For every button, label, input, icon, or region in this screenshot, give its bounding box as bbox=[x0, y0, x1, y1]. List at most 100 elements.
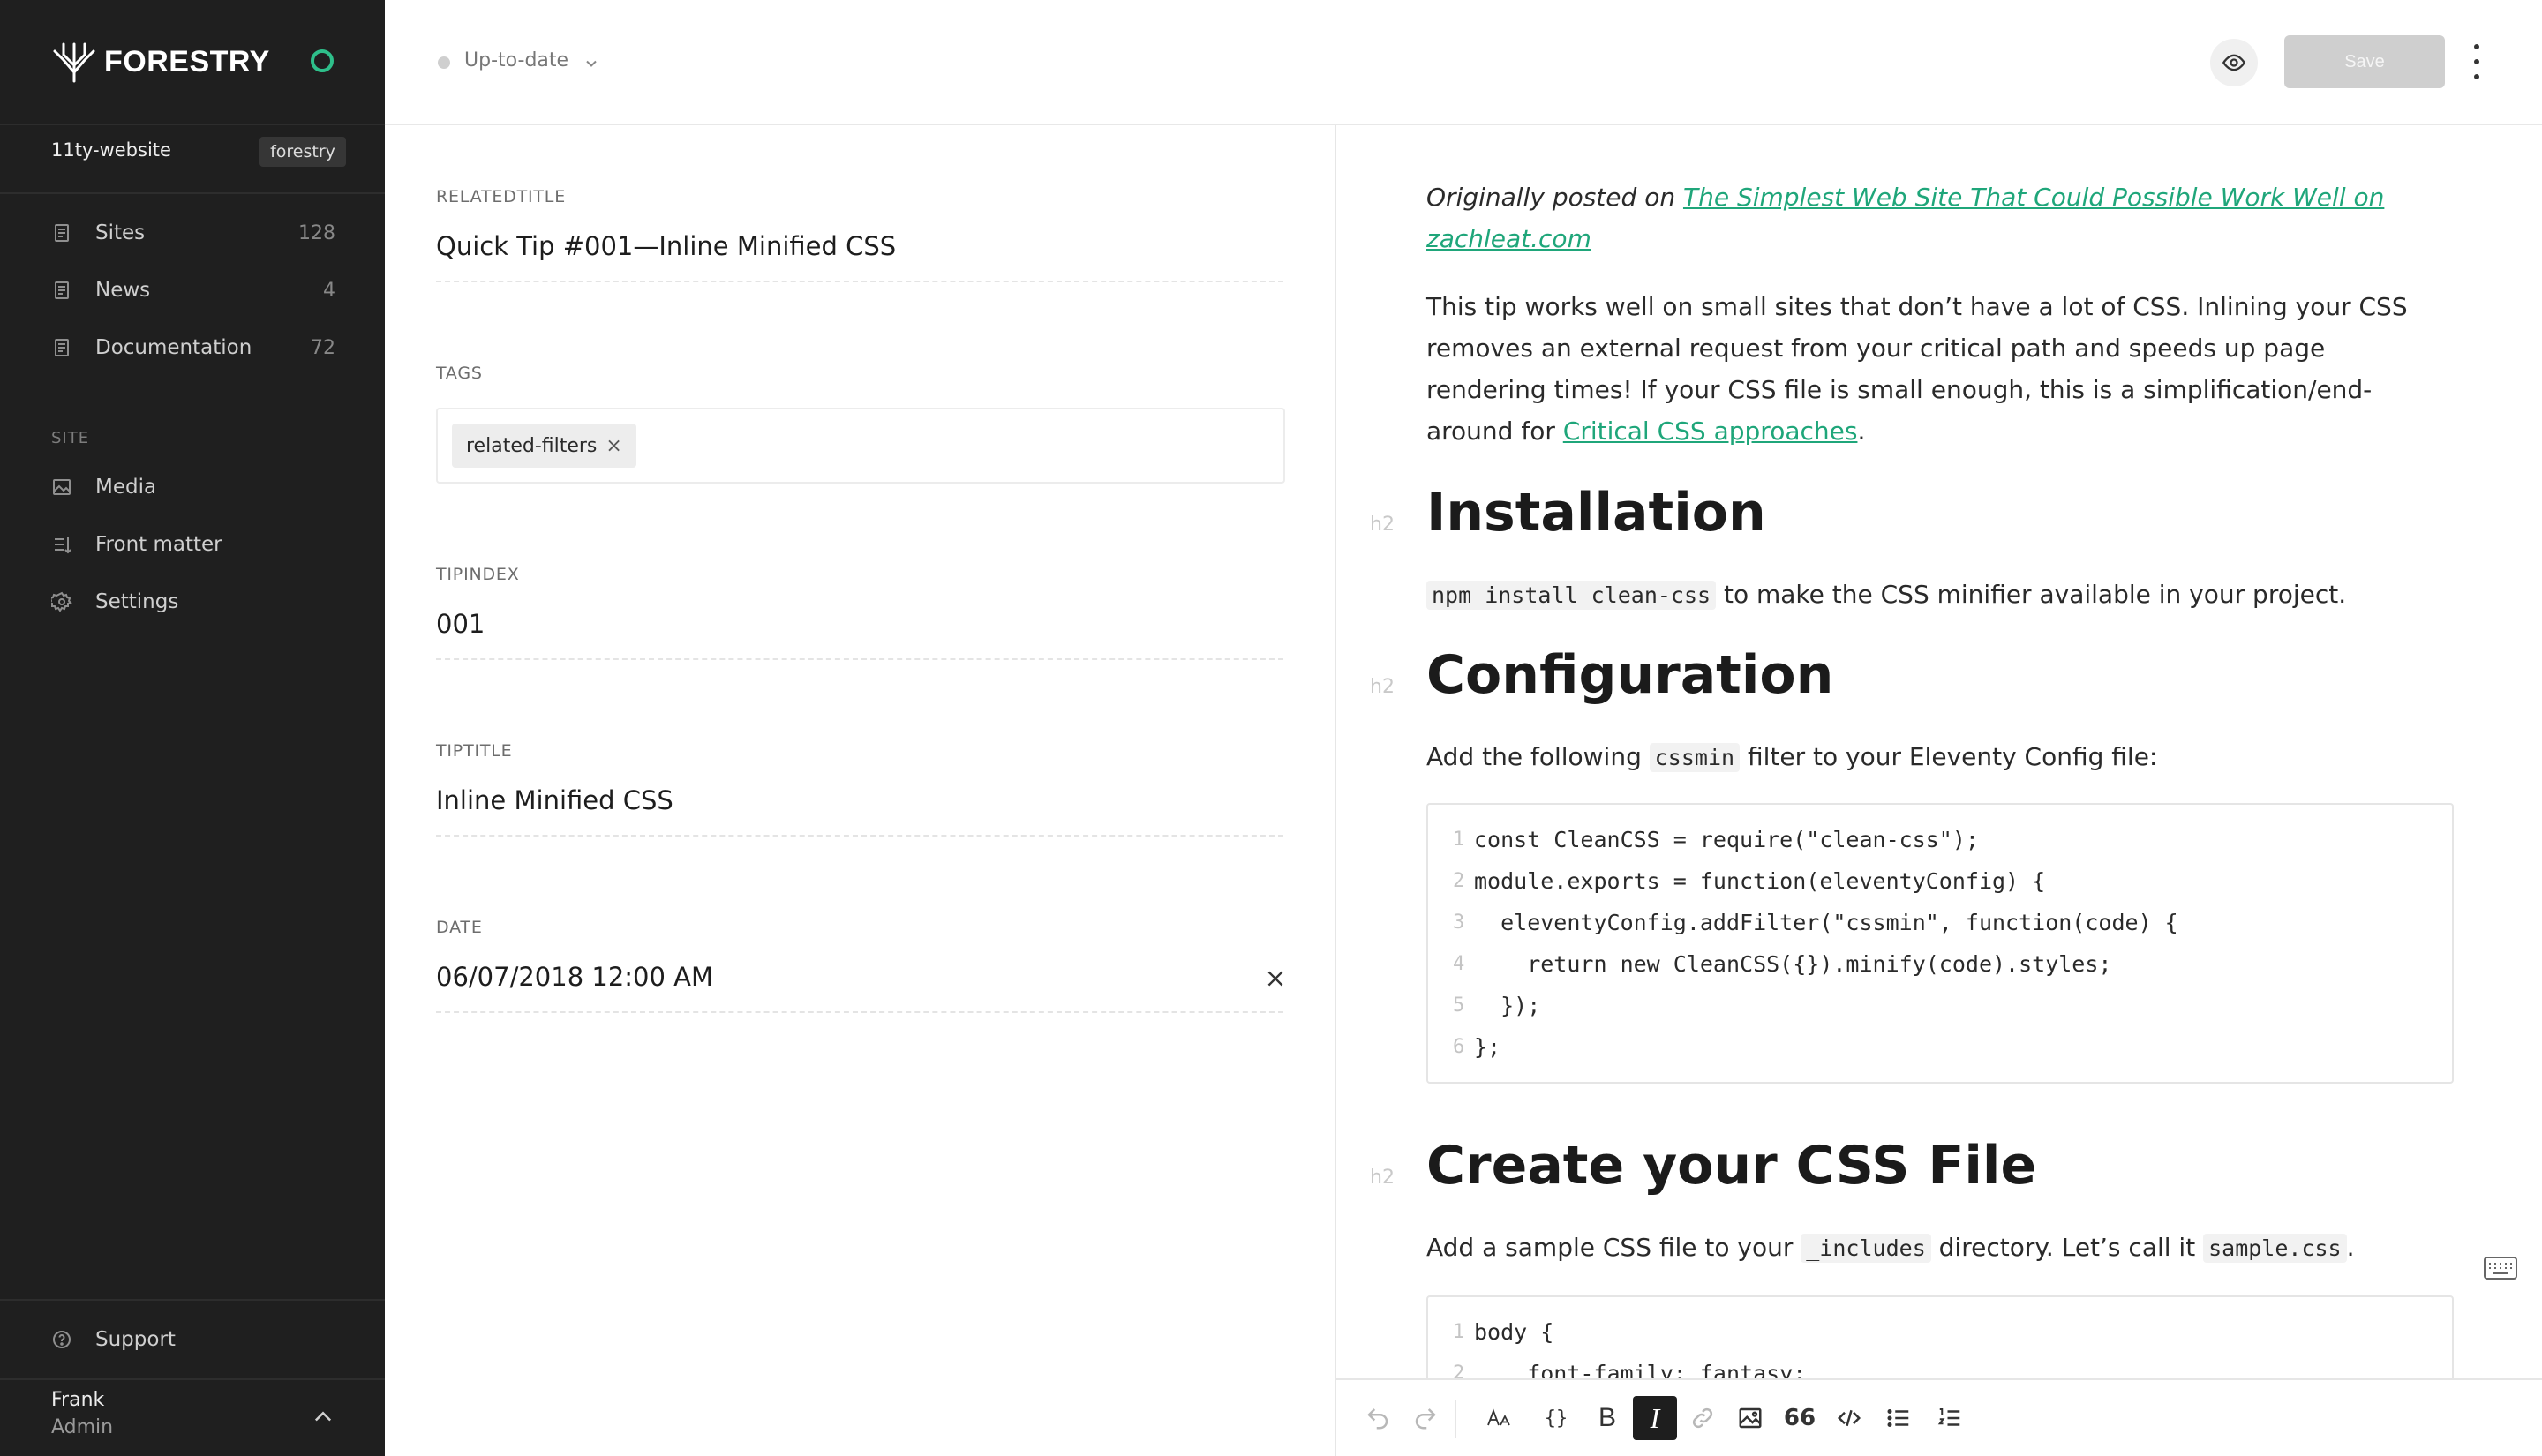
sidebar-item-count: 4 bbox=[323, 279, 335, 302]
heading-level-tag: h2 bbox=[1370, 514, 1395, 536]
code-line: 3 eleventyConfig.addFilter("cssmin", fun… bbox=[1428, 902, 2452, 943]
braces-button[interactable]: {} bbox=[1534, 1396, 1578, 1440]
bold-button[interactable]: B bbox=[1585, 1396, 1629, 1440]
sidebar-item-label: News bbox=[95, 279, 151, 302]
tiptitle-input[interactable]: Inline Minified CSS bbox=[436, 785, 673, 815]
sidebar-item-front-matter[interactable]: Front matter bbox=[49, 525, 335, 564]
field-underline bbox=[436, 1011, 1283, 1013]
sidebar-item-label: Media bbox=[95, 476, 157, 499]
bullet-list-button[interactable] bbox=[1876, 1396, 1921, 1440]
code-text: const CleanCSS = require("clean-css"); bbox=[1474, 827, 1979, 852]
code-text: return new CleanCSS({}).minify(code).sty… bbox=[1474, 951, 2112, 977]
sidebar-item-media[interactable]: Media bbox=[49, 468, 335, 507]
line-number: 3 bbox=[1453, 912, 1465, 934]
save-button[interactable]: Save bbox=[2284, 35, 2445, 88]
sidebar-item-documentation[interactable]: Documentation 72 bbox=[49, 328, 335, 367]
heading-configuration: Configuration bbox=[1426, 644, 1834, 706]
code-button[interactable] bbox=[1827, 1396, 1871, 1440]
forestry-tree-icon bbox=[53, 42, 95, 83]
text-size-button[interactable] bbox=[1478, 1396, 1522, 1440]
keyboard-icon[interactable] bbox=[2484, 1257, 2517, 1280]
code-block-config[interactable]: 1 const CleanCSS = require("clean-css"); … bbox=[1426, 803, 2454, 1084]
critical-css-link[interactable]: Critical CSS approaches bbox=[1563, 417, 1858, 446]
document-icon bbox=[49, 278, 74, 303]
site-name[interactable]: 11ty-website bbox=[51, 139, 171, 161]
inline-code: cssmin bbox=[1649, 743, 1741, 772]
heading-create-css-file: Create your CSS File bbox=[1426, 1135, 2037, 1197]
forestry-logo[interactable]: FORESTRY bbox=[51, 39, 270, 85]
sidebar-item-settings[interactable]: Settings bbox=[49, 582, 335, 621]
code-line: 2 module.exports = function(eleventyConfi… bbox=[1428, 860, 2452, 902]
quote-button[interactable]: 66 bbox=[1778, 1396, 1822, 1440]
undo-button[interactable] bbox=[1356, 1396, 1400, 1440]
code-block-css[interactable]: 1 body { 2 font-family: fantasy; bbox=[1426, 1295, 2454, 1378]
sidebar-item-news[interactable]: News 4 bbox=[49, 271, 335, 310]
paragraph-text: to make the CSS minifier available in yo… bbox=[1716, 580, 2347, 609]
link-button[interactable] bbox=[1681, 1396, 1725, 1440]
sidebar-divider bbox=[0, 192, 385, 194]
field-label-tiptitle: TIPTITLE bbox=[436, 741, 513, 761]
code-text: eleventyConfig.addFilter("cssmin", funct… bbox=[1474, 910, 2178, 935]
italic-icon: I bbox=[1650, 1401, 1660, 1434]
image-button[interactable] bbox=[1728, 1396, 1772, 1440]
sync-status[interactable]: Up-to-date bbox=[464, 49, 568, 71]
sidebar-item-sites[interactable]: Sites 128 bbox=[49, 214, 335, 252]
paragraph-text: Add a sample CSS file to your bbox=[1426, 1233, 1801, 1262]
link-icon bbox=[1692, 1407, 1713, 1429]
relatedtitle-input[interactable]: Quick Tip #001—Inline Minified CSS bbox=[436, 231, 896, 261]
image-icon bbox=[1739, 1407, 1762, 1429]
text-size-icon bbox=[1487, 1408, 1510, 1426]
date-input[interactable]: 06/07/2018 12:00 AM bbox=[436, 962, 713, 992]
code-text: }; bbox=[1474, 1034, 1501, 1060]
more-options-icon[interactable] bbox=[2470, 44, 2484, 79]
sidebar-item-count: 72 bbox=[311, 336, 335, 359]
config-paragraph: Add the following cssmin filter to your … bbox=[1426, 736, 2441, 778]
code-text: }); bbox=[1474, 993, 1541, 1018]
front-matter-form: RELATEDTITLE Quick Tip #001—Inline Minif… bbox=[385, 125, 1336, 1456]
close-icon[interactable] bbox=[1264, 967, 1287, 990]
field-label-tags: TAGS bbox=[436, 364, 483, 383]
redo-button[interactable] bbox=[1403, 1396, 1448, 1440]
sidebar-divider bbox=[0, 1378, 385, 1380]
line-number: 1 bbox=[1453, 829, 1465, 851]
tipindex-input[interactable]: 001 bbox=[436, 609, 485, 639]
chevron-down-icon[interactable] bbox=[583, 55, 600, 72]
sidebar-divider bbox=[0, 1299, 385, 1301]
line-number: 1 bbox=[1453, 1321, 1465, 1343]
inline-code: sample.css bbox=[2203, 1234, 2347, 1263]
toolbar-separator bbox=[1455, 1400, 1456, 1438]
chevron-up-icon[interactable] bbox=[311, 1405, 335, 1430]
heading-level-tag: h2 bbox=[1370, 1167, 1395, 1189]
code-line: 6}; bbox=[1428, 1026, 2452, 1068]
field-label-relatedtitle: RELATEDTITLE bbox=[436, 187, 566, 206]
connection-status-icon bbox=[311, 49, 334, 72]
inline-code: _includes bbox=[1801, 1234, 1931, 1263]
tip-paragraph: This tip works well on small sites that … bbox=[1426, 286, 2441, 452]
code-text: module.exports = function(eleventyConfig… bbox=[1474, 868, 2046, 894]
tag-chip[interactable]: related-filters × bbox=[452, 424, 636, 468]
tags-input[interactable]: related-filters × bbox=[436, 408, 1285, 484]
redo-icon bbox=[1415, 1408, 1436, 1430]
field-label-date: DATE bbox=[436, 918, 483, 937]
user-name[interactable]: Frank bbox=[51, 1389, 104, 1411]
sidebar-item-label: Settings bbox=[95, 590, 179, 613]
intro-prefix: Originally posted on bbox=[1426, 183, 1683, 212]
paragraph-text: Add the following bbox=[1426, 742, 1650, 771]
sidebar-item-label: Sites bbox=[95, 221, 146, 244]
image-icon bbox=[49, 475, 74, 499]
sidebar-item-label: Support bbox=[95, 1328, 176, 1351]
field-underline bbox=[436, 658, 1283, 660]
italic-button[interactable]: I bbox=[1633, 1396, 1677, 1440]
top-bar: Up-to-date Save bbox=[385, 0, 2542, 125]
markdown-editor[interactable]: Originally posted on The Simplest Web Si… bbox=[1336, 125, 2542, 1378]
code-line: 1 body { bbox=[1428, 1311, 2452, 1353]
sidebar-item-support[interactable]: Support bbox=[49, 1320, 335, 1359]
braces-icon: {} bbox=[1544, 1407, 1568, 1430]
gear-icon bbox=[49, 589, 74, 614]
document-icon bbox=[49, 221, 74, 245]
numbered-list-button[interactable] bbox=[1928, 1396, 1972, 1440]
status-dot-icon bbox=[438, 56, 450, 69]
remove-tag-icon[interactable]: × bbox=[605, 435, 621, 457]
section-label-site: SITE bbox=[51, 429, 90, 447]
preview-button[interactable] bbox=[2210, 39, 2258, 86]
